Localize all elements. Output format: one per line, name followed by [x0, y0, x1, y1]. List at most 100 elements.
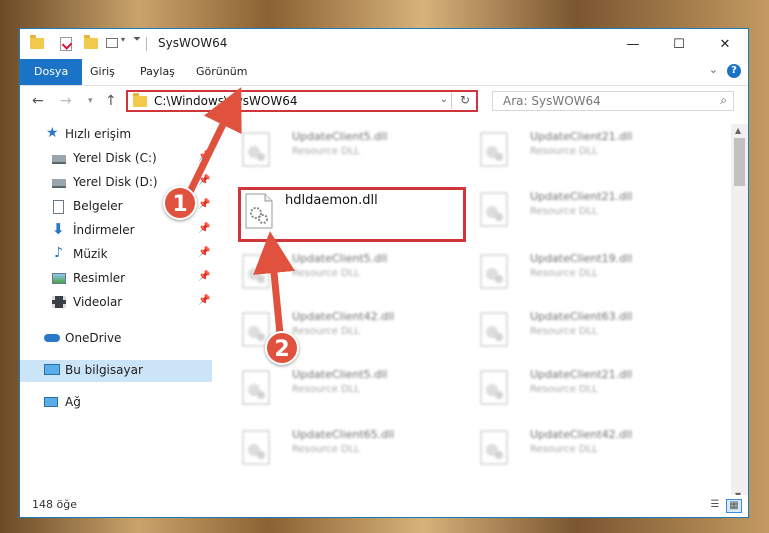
dropdown-icon[interactable]: ⏷	[133, 34, 141, 50]
file-type: Resource DLL	[292, 268, 360, 279]
file-type: Resource DLL	[292, 326, 360, 337]
up-arrow-icon[interactable]: ↑	[105, 93, 117, 109]
back-arrow-icon[interactable]: ←	[32, 93, 44, 109]
file-item[interactable]: UpdateClient19.dll Resource DLL	[474, 248, 694, 298]
folder-icon	[30, 35, 44, 52]
chevron-down-icon[interactable]: ▾	[121, 35, 125, 51]
address-path[interactable]: C:\Windows\SysWOW64	[154, 94, 298, 108]
video-icon	[52, 296, 66, 308]
file-name: UpdateClient19.dll	[530, 252, 633, 265]
file-type: Resource DLL	[530, 268, 598, 279]
sidebar-item-network[interactable]: Ağ	[20, 392, 212, 414]
vertical-scrollbar[interactable]: ▲ ▼	[731, 124, 748, 502]
sidebar-item-music[interactable]: ♪ Müzik 📌	[20, 244, 212, 266]
sidebar-item-onedrive[interactable]: OneDrive	[20, 328, 212, 350]
search-input[interactable]: Ara: SysWOW64 ⌕	[492, 91, 734, 111]
file-item[interactable]: UpdateClient5.dll Resource DLL	[236, 248, 456, 298]
scroll-up-icon[interactable]: ▲	[735, 126, 741, 135]
sidebar-item-label: Müzik	[73, 247, 108, 261]
file-name: UpdateClient63.dll	[530, 310, 633, 323]
close-button[interactable]: ✕	[702, 29, 748, 59]
refresh-icon[interactable]: ↻	[460, 93, 470, 107]
forward-arrow-icon[interactable]: →	[60, 93, 72, 109]
tab-view[interactable]: Görünüm	[190, 59, 253, 85]
title-separator	[146, 37, 147, 51]
file-explorer-window: ▾ ⏷ SysWOW64 — ☐ ✕ Dosya Giriş Paylaş Gö…	[19, 28, 749, 518]
folder-icon	[133, 93, 147, 107]
network-icon	[44, 397, 58, 407]
dll-file-icon	[242, 254, 272, 290]
file-name: UpdateClient42.dll	[292, 310, 395, 323]
pin-icon[interactable]: 📌	[198, 295, 210, 306]
dll-file-icon	[245, 193, 275, 229]
file-item[interactable]: UpdateClient5.dll Resource DLL	[236, 364, 456, 414]
pin-icon[interactable]: 📌	[198, 223, 210, 234]
tab-home[interactable]: Giriş	[84, 59, 121, 85]
sidebar-item-label: Resimler	[73, 271, 126, 285]
file-name: UpdateClient21.dll	[530, 368, 633, 381]
file-name: UpdateClient65.dll	[292, 428, 395, 441]
file-item[interactable]: UpdateClient65.dll Resource DLL	[236, 424, 456, 474]
sidebar-item-quick-access[interactable]: ★ Hızlı erişim	[20, 124, 212, 146]
item-count: 148 öğe	[32, 498, 77, 511]
sidebar-item-local-disk-c[interactable]: Yerel Disk (C:) 📌	[20, 148, 212, 170]
customize-toolbar-icon[interactable]	[106, 38, 118, 48]
recent-locations-icon[interactable]: ▾	[88, 96, 93, 106]
large-icons-view-icon[interactable]: ▦	[726, 499, 742, 513]
file-type: Resource DLL	[530, 444, 598, 455]
file-name: UpdateClient21.dll	[530, 130, 633, 143]
details-view-icon[interactable]: ☰	[708, 499, 722, 511]
navigation-pane: ★ Hızlı erişim Yerel Disk (C:) 📌 Yerel D…	[20, 124, 212, 492]
dll-file-icon	[480, 312, 510, 348]
pin-icon[interactable]: 📌	[198, 199, 210, 210]
new-folder-icon[interactable]	[84, 35, 98, 52]
address-bar[interactable]: C:\Windows\SysWOW64 ⌄ ↻	[126, 90, 478, 112]
chevron-down-icon[interactable]: ⌄	[440, 94, 448, 105]
help-icon[interactable]: ?	[727, 64, 741, 78]
title-bar: ▾ ⏷ SysWOW64 — ☐ ✕	[20, 29, 748, 59]
pin-icon[interactable]: 📌	[198, 151, 210, 162]
properties-icon[interactable]	[60, 37, 73, 51]
tab-file[interactable]: Dosya	[20, 59, 83, 85]
sidebar-item-label: İndirmeler	[73, 223, 135, 237]
sidebar-item-label: Yerel Disk (D:)	[73, 175, 158, 189]
ribbon-collapse-icon[interactable]: ⌄	[709, 63, 718, 76]
dll-file-icon	[480, 192, 510, 228]
file-item-highlighted[interactable]: hdldaemon.dll	[238, 187, 466, 242]
sidebar-item-downloads[interactable]: ⬇ İndirmeler 📌	[20, 220, 212, 242]
file-item[interactable]: UpdateClient21.dll Resource DLL	[474, 126, 694, 176]
step-marker-2: 2	[265, 331, 299, 365]
file-type: Resource DLL	[530, 146, 598, 157]
download-icon: ⬇	[52, 220, 65, 238]
sidebar-item-label: Yerel Disk (C:)	[73, 151, 157, 165]
file-name: UpdateClient5.dll	[292, 252, 388, 265]
tab-share[interactable]: Paylaş	[134, 59, 181, 85]
file-type: Resource DLL	[292, 444, 360, 455]
file-item[interactable]: UpdateClient63.dll Resource DLL	[474, 306, 694, 356]
file-item[interactable]: UpdateClient21.dll Resource DLL	[474, 186, 694, 236]
sidebar-item-label: Ağ	[65, 395, 81, 409]
sidebar-item-label: Hızlı erişim	[65, 127, 132, 141]
status-bar: 148 öğe ☰ ▦	[20, 495, 748, 517]
file-type: Resource DLL	[530, 326, 598, 337]
sidebar-item-label: Belgeler	[73, 199, 123, 213]
search-icon[interactable]: ⌕	[720, 93, 727, 108]
dll-file-icon	[242, 430, 272, 466]
scrollbar-thumb[interactable]	[734, 138, 745, 186]
pin-icon[interactable]: 📌	[198, 175, 210, 186]
file-item[interactable]: UpdateClient5.dll Resource DLL	[236, 126, 456, 176]
file-item[interactable]: UpdateClient21.dll Resource DLL	[474, 364, 694, 414]
sidebar-item-label: Videolar	[73, 295, 123, 309]
dll-file-icon	[480, 132, 510, 168]
pin-icon[interactable]: 📌	[198, 247, 210, 258]
music-icon: ♪	[54, 245, 63, 261]
cloud-icon	[44, 334, 60, 342]
maximize-button[interactable]: ☐	[656, 29, 702, 59]
sidebar-item-pictures[interactable]: Resimler 📌	[20, 268, 212, 290]
file-name: UpdateClient5.dll	[292, 130, 388, 143]
file-item[interactable]: UpdateClient42.dll Resource DLL	[474, 424, 694, 474]
sidebar-item-this-pc[interactable]: Bu bilgisayar	[20, 360, 212, 382]
sidebar-item-videos[interactable]: Videolar 📌	[20, 292, 212, 314]
pin-icon[interactable]: 📌	[198, 271, 210, 282]
minimize-button[interactable]: —	[610, 29, 656, 59]
